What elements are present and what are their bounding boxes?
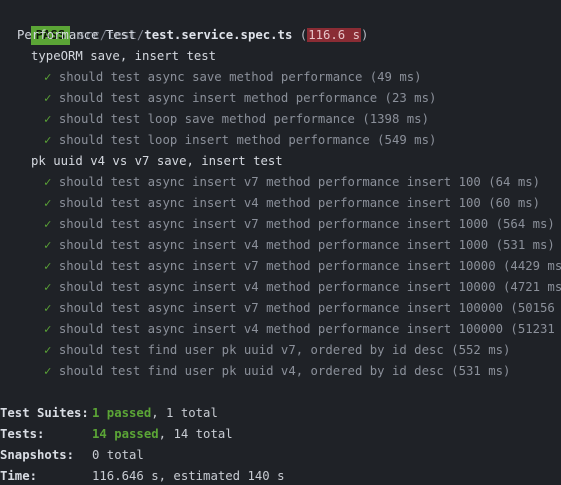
check-icon: ✓ [44, 217, 52, 231]
check-icon: ✓ [44, 175, 52, 189]
summary-test-suites: Test Suites: 1 passed, 1 total [0, 403, 218, 424]
test-row: ✓ should test async insert v4 method per… [44, 319, 561, 340]
test-name: should test async insert v4 method perfo… [58, 196, 541, 210]
test-name: should test async insert v4 method perfo… [58, 238, 555, 252]
summary-tests: Tests: 14 passed, 14 total [0, 424, 233, 445]
test-row: ✓ should test loop insert method perform… [44, 130, 436, 151]
test-row: ✓ should test find user pk uuid v7, orde… [44, 340, 510, 361]
check-icon: ✓ [44, 91, 52, 105]
test-name: should test loop save method performance… [58, 112, 429, 126]
check-icon: ✓ [44, 196, 52, 210]
test-row: ✓ should test async insert v4 method per… [44, 193, 540, 214]
test-row: ✓ should test async insert v4 method per… [44, 277, 561, 298]
test-row: ✓ should test async insert v7 method per… [44, 214, 555, 235]
group-title: typeORM save, insert test [31, 49, 217, 63]
test-name: should test async save method performanc… [58, 70, 422, 84]
file-path-name: test.service.spec.ts [144, 28, 293, 42]
test-name: should test async insert v7 method perfo… [58, 301, 561, 315]
total-count: , 1 total [151, 406, 218, 420]
test-file-header: PASS src/test/test.service.spec.ts (116.… [0, 4, 368, 45]
test-row: ✓ should test async save method performa… [44, 67, 422, 88]
test-name: should test async insert v7 method perfo… [58, 217, 555, 231]
summary-label: Test Suites: [0, 406, 89, 420]
group-title: pk uuid v4 vs v7 save, insert test [31, 154, 283, 168]
summary-time: Time: 116.646 s, estimated 140 s [0, 466, 285, 485]
test-name: should test async insert v7 method perfo… [58, 175, 541, 189]
check-icon: ✓ [44, 70, 52, 84]
summary-snapshots: Snapshots: 0 total [0, 445, 144, 466]
snapshots-value: 0 total [92, 448, 144, 462]
passed-count: 14 passed [92, 427, 159, 441]
check-icon: ✓ [44, 280, 52, 294]
test-name: should test async insert v4 method perfo… [58, 322, 561, 336]
test-name: should test loop insert method performan… [58, 133, 437, 147]
test-row: ✓ should test async insert v7 method per… [44, 256, 561, 277]
check-icon: ✓ [44, 322, 52, 336]
summary-label: Snapshots: [0, 448, 75, 462]
check-icon: ✓ [44, 259, 52, 273]
total-count: , 14 total [158, 427, 233, 441]
describe-title: Performance Test [17, 28, 136, 42]
test-row: ✓ should test loop save method performan… [44, 109, 429, 130]
file-duration: 116.6 s [307, 28, 362, 42]
test-row: ✓ should test async insert method perfor… [44, 88, 436, 109]
time-value: 116.646 s, estimated 140 s [92, 469, 285, 483]
test-row: ✓ should test find user pk uuid v4, orde… [44, 361, 510, 382]
test-name: should test async insert v7 method perfo… [58, 259, 561, 273]
test-row: ✓ should test async insert v4 method per… [44, 235, 555, 256]
test-name: should test find user pk uuid v7, ordere… [58, 343, 511, 357]
test-name: should test async insert method performa… [58, 91, 437, 105]
check-icon: ✓ [44, 364, 52, 378]
summary-label: Tests: [0, 427, 45, 441]
test-row: ✓ should test async insert v7 method per… [44, 298, 561, 319]
check-icon: ✓ [44, 343, 52, 357]
check-icon: ✓ [44, 301, 52, 315]
test-name: should test async insert v4 method perfo… [58, 280, 561, 294]
test-name: should test find user pk uuid v4, ordere… [58, 364, 511, 378]
passed-count: 1 passed [92, 406, 152, 420]
check-icon: ✓ [44, 133, 52, 147]
check-icon: ✓ [44, 238, 52, 252]
check-icon: ✓ [44, 112, 52, 126]
test-row: ✓ should test async insert v7 method per… [44, 172, 540, 193]
summary-label: Time: [0, 469, 38, 483]
